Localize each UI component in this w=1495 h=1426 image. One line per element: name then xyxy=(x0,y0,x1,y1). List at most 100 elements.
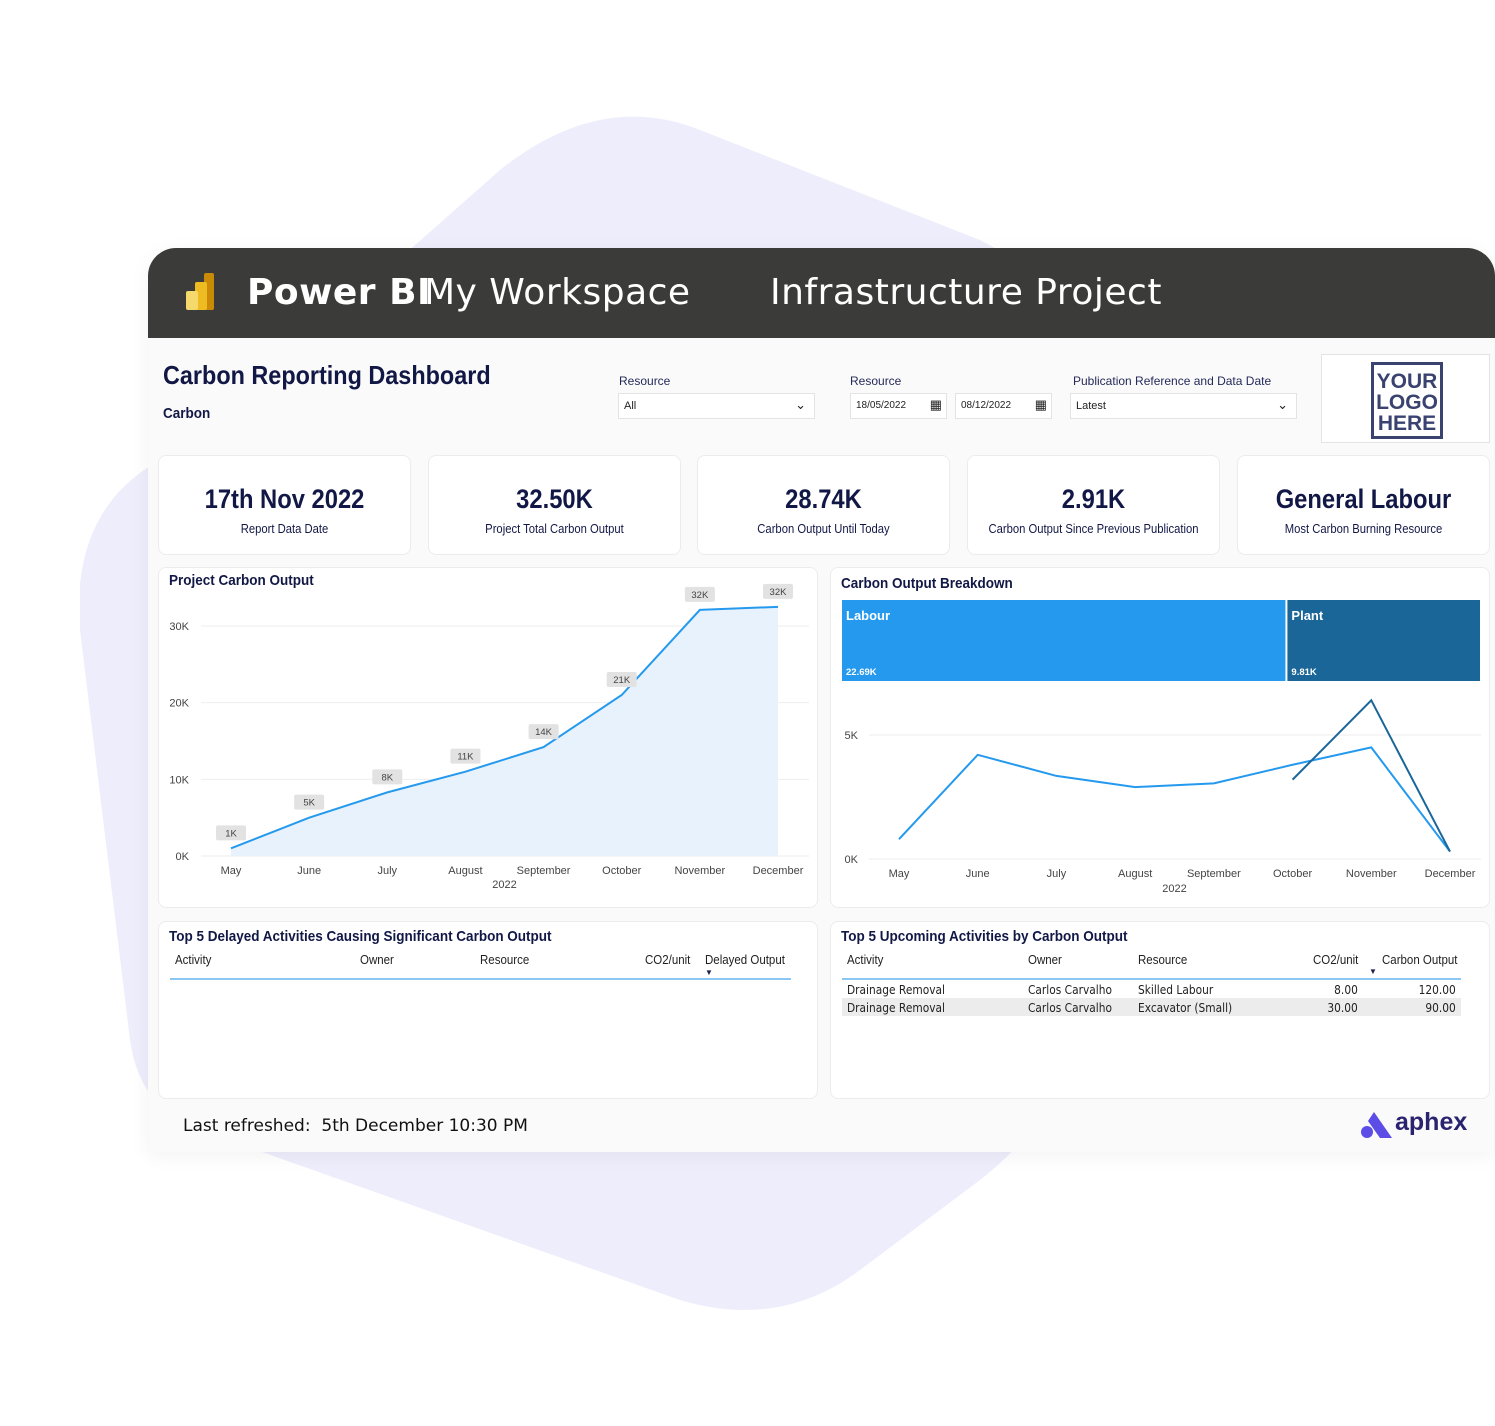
company-logo-placeholder: YOUR LOGO HERE xyxy=(1321,354,1490,443)
column-header[interactable]: Resource xyxy=(480,953,529,967)
kpi-card-report-date: 17th Nov 2022 Report Data Date xyxy=(158,455,411,555)
sort-desc-icon[interactable]: ▼ xyxy=(705,968,713,977)
header-divider xyxy=(170,978,791,980)
publication-dropdown[interactable]: Latest ⌄ xyxy=(1070,393,1297,419)
treemap-label: Plant xyxy=(1291,608,1323,623)
resource-filter-label: Resource xyxy=(619,374,671,388)
data-label: 1K xyxy=(225,828,237,839)
resource-dropdown[interactable]: All ⌄ xyxy=(618,393,815,419)
refreshed-value: 5th December 10:30 PM xyxy=(321,1116,528,1136)
x-tick-label: August xyxy=(448,865,482,877)
logo-text: LOGO xyxy=(1376,391,1438,414)
cell-carbon-output: 120.00 xyxy=(1418,982,1456,997)
x-tick-label: December xyxy=(1425,868,1476,880)
column-header[interactable]: CO2/unit xyxy=(645,953,690,967)
x-axis-label: 2022 xyxy=(1162,883,1186,895)
cell-owner: Carlos Carvalho xyxy=(1028,982,1112,997)
x-tick-label: July xyxy=(1047,868,1067,880)
upcoming-activities-table: Top 5 Upcoming Activities by Carbon Outp… xyxy=(830,921,1490,1099)
x-tick-label: October xyxy=(1273,868,1312,880)
project-carbon-output-chart: 0K 10K 20K 30K 1K 5K 8K 11K 14K 21K 32K 32K May June J… xyxy=(169,583,809,891)
calendar-icon[interactable]: ▦ xyxy=(930,397,942,413)
resource-dropdown-value: All xyxy=(624,400,637,412)
aphex-brand-text: aphex xyxy=(1395,1108,1468,1136)
aphex-logo-icon xyxy=(1361,1112,1392,1138)
area-fill xyxy=(231,606,778,856)
table-title: Top 5 Delayed Activities Causing Signifi… xyxy=(169,928,552,945)
column-header[interactable]: Activity xyxy=(175,953,211,967)
column-header[interactable]: Carbon Output xyxy=(1382,953,1457,967)
kpi-value: 32.50K xyxy=(516,484,593,514)
chevron-down-icon: ⌄ xyxy=(1277,397,1288,412)
cell-co2-unit: 8.00 xyxy=(1334,982,1358,997)
publication-filter-label: Publication Reference and Data Date xyxy=(1073,374,1272,388)
x-tick-label: May xyxy=(221,865,242,877)
kpi-value: 17th Nov 2022 xyxy=(204,484,365,514)
y-tick-label: 5K xyxy=(845,730,859,742)
x-axis-label: 2022 xyxy=(492,879,516,891)
data-label: 32K xyxy=(691,590,709,601)
kpi-label: Project Total Carbon Output xyxy=(485,522,624,536)
end-date-input[interactable]: 08/12/2022 ▦ xyxy=(955,393,1052,419)
column-header[interactable]: Owner xyxy=(1028,953,1062,967)
y-tick-label: 0K xyxy=(176,851,190,863)
cell-carbon-output: 90.00 xyxy=(1425,1000,1456,1015)
end-date-value: 08/12/2022 xyxy=(961,400,1012,411)
cell-resource: Excavator (Small) xyxy=(1138,1000,1233,1015)
top-bar: Power BI My Workspace Infrastructure Pro… xyxy=(148,248,1495,338)
carbon-breakdown-chart: Labour 22.69K Plant 9.81K 0K 5K May June July Aug… xyxy=(842,600,1481,895)
sort-desc-icon[interactable]: ▼ xyxy=(1369,967,1377,976)
x-tick-label: May xyxy=(889,868,910,880)
data-label: 11K xyxy=(457,752,474,763)
kpi-value: 2.91K xyxy=(1061,484,1126,514)
column-header[interactable]: Owner xyxy=(360,953,394,967)
power-bi-logo-icon xyxy=(186,273,214,310)
column-header[interactable]: Activity xyxy=(847,953,883,967)
table-title: Top 5 Upcoming Activities by Carbon Outp… xyxy=(841,928,1128,945)
x-tick-label: September xyxy=(517,865,571,877)
publication-dropdown-value: Latest xyxy=(1076,400,1106,412)
calendar-icon[interactable]: ▦ xyxy=(1035,397,1047,413)
column-header[interactable]: Delayed Output xyxy=(705,953,785,967)
kpi-value: 28.74K xyxy=(785,484,862,514)
start-date-value: 18/05/2022 xyxy=(856,400,907,411)
kpi-label: Carbon Output Until Today xyxy=(757,522,890,536)
date-filter-label: Resource xyxy=(850,374,902,388)
x-tick-label: December xyxy=(753,865,804,877)
kpi-label: Most Carbon Burning Resource xyxy=(1284,522,1443,536)
x-tick-label: October xyxy=(602,865,641,877)
cell-owner: Carlos Carvalho xyxy=(1028,1000,1112,1015)
x-tick-label: June xyxy=(297,865,321,877)
data-label: 32K xyxy=(770,587,788,598)
x-tick-label: November xyxy=(674,865,725,877)
workspace-link[interactable]: My Workspace xyxy=(424,272,691,313)
kpi-card-output-until-today: 28.74K Carbon Output Until Today xyxy=(697,455,950,555)
project-name: Infrastructure Project xyxy=(770,272,1162,313)
data-label: 8K xyxy=(381,772,393,783)
data-label: 5K xyxy=(303,798,315,809)
treemap-value: 9.81K xyxy=(1291,667,1316,678)
carbon-output-breakdown-panel: Carbon Output Breakdown Labour 22.69K Plan… xyxy=(830,567,1490,908)
kpi-label: Report Data Date xyxy=(240,522,329,536)
last-refreshed: Last refreshed: 5th December 10:30 PM xyxy=(183,1116,528,1136)
line-series-plant xyxy=(1291,698,1451,853)
table-row[interactable]: Drainage Removal Carlos Carvalho Excavat… xyxy=(842,998,1461,1016)
cell-resource: Skilled Labour xyxy=(1138,982,1214,997)
y-tick-label: 0K xyxy=(845,854,859,866)
app-name: Power BI xyxy=(247,272,431,313)
kpi-card-top-resource: General Labour Most Carbon Burning Resour… xyxy=(1237,455,1490,555)
column-header[interactable]: CO2/unit xyxy=(1313,953,1358,967)
x-tick-label: August xyxy=(1118,868,1152,880)
data-label: 21K xyxy=(613,675,631,686)
line-series-labour xyxy=(898,746,1451,853)
y-tick-label: 10K xyxy=(169,774,189,786)
kpi-card-since-publication: 2.91K Carbon Output Since Previous Public… xyxy=(967,455,1220,555)
x-tick-label: September xyxy=(1187,868,1241,880)
project-carbon-output-panel: Project Carbon Output 0K 10K 20K 30K 1K 5K 8K 1… xyxy=(158,567,818,908)
page-subtitle: Carbon xyxy=(163,405,211,422)
column-header[interactable]: Resource xyxy=(1138,953,1187,967)
table-row[interactable]: Drainage Removal Carlos Carvalho Skilled… xyxy=(842,980,1461,998)
kpi-card-total-output: 32.50K Project Total Carbon Output xyxy=(428,455,681,555)
logo-text: HERE xyxy=(1377,412,1437,435)
start-date-input[interactable]: 18/05/2022 ▦ xyxy=(850,393,947,419)
